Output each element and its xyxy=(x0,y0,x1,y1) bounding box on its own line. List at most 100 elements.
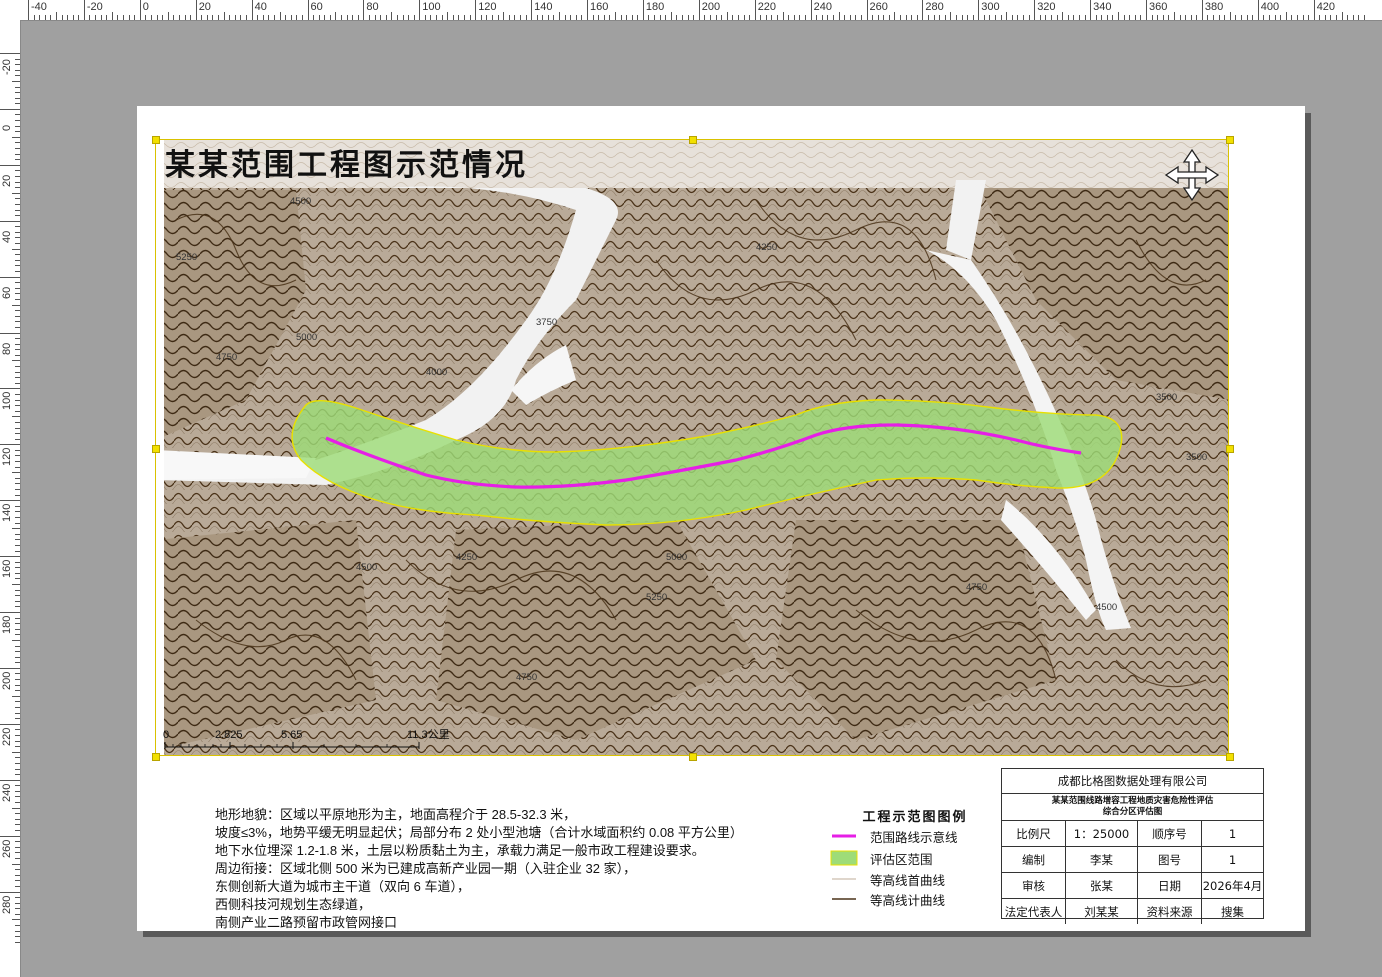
ruler-tick xyxy=(0,835,20,837)
ruler-tick xyxy=(0,53,20,54)
ruler-minor-tick xyxy=(1106,15,1108,20)
ruler-minor-tick xyxy=(441,15,443,20)
ruler-minor-tick xyxy=(1364,15,1365,20)
top-ruler[interactable]: -40 -20 0 20 40 60 80 100 120 140 160 180 200 220 240 2… xyxy=(0,0,1382,21)
scale-label: 5.65 xyxy=(281,729,302,741)
ruler-label: 340 xyxy=(1093,1,1112,13)
ruler-minor-tick xyxy=(1336,15,1338,20)
selection-handle[interactable] xyxy=(1226,445,1234,453)
ruler-minor-tick xyxy=(15,271,20,272)
ruler-label: 0 xyxy=(142,1,149,13)
ruler-minor-tick xyxy=(1101,15,1103,20)
ruler-minor-tick xyxy=(15,259,20,261)
ruler-minor-tick xyxy=(15,405,20,407)
ruler-minor-tick xyxy=(525,15,527,20)
ruler-minor-tick xyxy=(12,192,20,194)
ruler-tick xyxy=(251,0,253,20)
ruler-minor-tick xyxy=(234,15,236,20)
ruler-minor-tick xyxy=(648,15,650,20)
project-line: 综合分区评估图 xyxy=(1102,807,1163,817)
ruler-minor-tick xyxy=(15,516,20,518)
ruler-minor-tick xyxy=(1185,15,1187,20)
left-ruler[interactable]: -20 0 20 40 60 80 100 120 140 160 180 200 220 240 260 2… xyxy=(0,20,21,977)
scale-label: 2.825 xyxy=(215,729,243,741)
title-block[interactable]: 成都比格图数据处理有限公司 某某范围线路增容工程地质灾害危险性评估 综合分区评估… xyxy=(1001,768,1264,924)
ruler-minor-tick xyxy=(15,740,20,742)
ruler-minor-tick xyxy=(15,656,20,658)
map-title[interactable]: 某某范围工程图示范情况 xyxy=(165,140,528,184)
description-text[interactable]: 地形地貌：区域以平原地形为主，地面高程介于 28.5-32.3 米， 坡度≤3%… xyxy=(215,806,743,932)
ruler-minor-tick xyxy=(15,198,20,200)
ruler-minor-tick xyxy=(15,595,20,597)
ruler-minor-tick xyxy=(486,15,488,20)
ruler-minor-tick xyxy=(547,15,549,20)
ruler-minor-tick xyxy=(1341,12,1343,20)
ruler-minor-tick xyxy=(715,15,717,20)
contour-label: 3500 xyxy=(1186,452,1207,463)
ruler-minor-tick xyxy=(1241,15,1243,20)
ruler-minor-tick xyxy=(15,393,20,395)
ruler-label: -20 xyxy=(86,1,103,13)
ruler-minor-tick xyxy=(821,15,823,20)
ruler-minor-tick xyxy=(659,15,661,20)
legend-title: 工程示范图图例 xyxy=(862,810,968,825)
scale-bar[interactable]: 0 2.825 5.65 11.3公里 xyxy=(163,727,463,757)
ruler-minor-tick xyxy=(15,148,20,150)
ruler-label: 40 xyxy=(254,1,267,13)
ruler-minor-tick xyxy=(15,455,20,457)
ruler-minor-tick xyxy=(15,310,20,312)
map-legend[interactable]: 工程示范图图例 范围路线示意线 评估区范围 等高线首曲线 等高线计曲线 xyxy=(830,806,990,908)
ruler-minor-tick xyxy=(15,762,20,764)
ruler-minor-tick xyxy=(654,15,656,20)
ruler-minor-tick xyxy=(346,15,348,20)
ruler-minor-tick xyxy=(15,321,20,323)
ruler-label: 20 xyxy=(1,174,13,187)
ruler-minor-tick xyxy=(452,15,454,20)
ruler-minor-tick xyxy=(911,15,913,20)
ruler-minor-tick xyxy=(1179,15,1181,20)
selection-handle[interactable] xyxy=(152,753,160,761)
ruler-minor-tick xyxy=(575,15,577,20)
company-name: 成都比格图数据处理有限公司 xyxy=(1002,769,1263,794)
ruler-minor-tick xyxy=(15,830,20,831)
ruler-minor-tick xyxy=(15,371,20,373)
ruler-minor-tick xyxy=(246,15,247,20)
ruler-minor-tick xyxy=(788,15,790,20)
selection-handle[interactable] xyxy=(152,136,160,144)
title-block-row: 编制 李某 图号 1 xyxy=(1002,847,1263,873)
ruler-minor-tick xyxy=(972,15,974,20)
ruler-minor-tick xyxy=(704,15,706,20)
selection-handle[interactable] xyxy=(1226,136,1234,144)
ruler-minor-tick xyxy=(1095,15,1097,20)
ruler-minor-tick xyxy=(872,15,874,20)
ruler-minor-tick xyxy=(1224,15,1226,20)
tb-value: 李某 xyxy=(1066,847,1138,872)
ruler-minor-tick xyxy=(15,757,20,759)
map-frame[interactable]: 4500 4750 5000 5250 4250 4000 3750 3500 … xyxy=(155,139,1229,756)
ruler-minor-tick xyxy=(598,15,600,20)
ruler-minor-tick xyxy=(1011,15,1013,20)
ruler-minor-tick xyxy=(665,15,667,20)
ruler-minor-tick xyxy=(581,15,583,20)
selection-handle[interactable] xyxy=(1226,753,1234,761)
ruler-tick xyxy=(866,0,868,20)
title-block-row: 审核 张某 日期 2026年4月 xyxy=(1002,873,1263,899)
ruler-label: 0 xyxy=(1,124,13,131)
selection-handle[interactable] xyxy=(689,753,697,761)
ruler-tick xyxy=(0,667,20,669)
ruler-minor-tick xyxy=(944,15,946,20)
ruler-minor-tick xyxy=(12,584,20,586)
ruler-minor-tick xyxy=(15,315,20,317)
ruler-minor-tick xyxy=(1358,15,1360,20)
ruler-minor-tick xyxy=(799,15,801,20)
selection-handle[interactable] xyxy=(689,136,697,144)
ruler-minor-tick xyxy=(838,12,840,20)
ruler-minor-tick xyxy=(553,15,555,20)
ruler-minor-tick xyxy=(15,578,20,580)
ruler-label: 320 xyxy=(1037,1,1056,13)
ruler-tick xyxy=(1090,0,1092,20)
move-arrows-icon[interactable] xyxy=(1164,148,1220,202)
terrain-map[interactable]: 4500 4750 5000 5250 4250 4000 3750 3500 … xyxy=(156,140,1229,756)
ruler-minor-tick xyxy=(15,410,20,412)
selection-handle[interactable] xyxy=(152,445,160,453)
